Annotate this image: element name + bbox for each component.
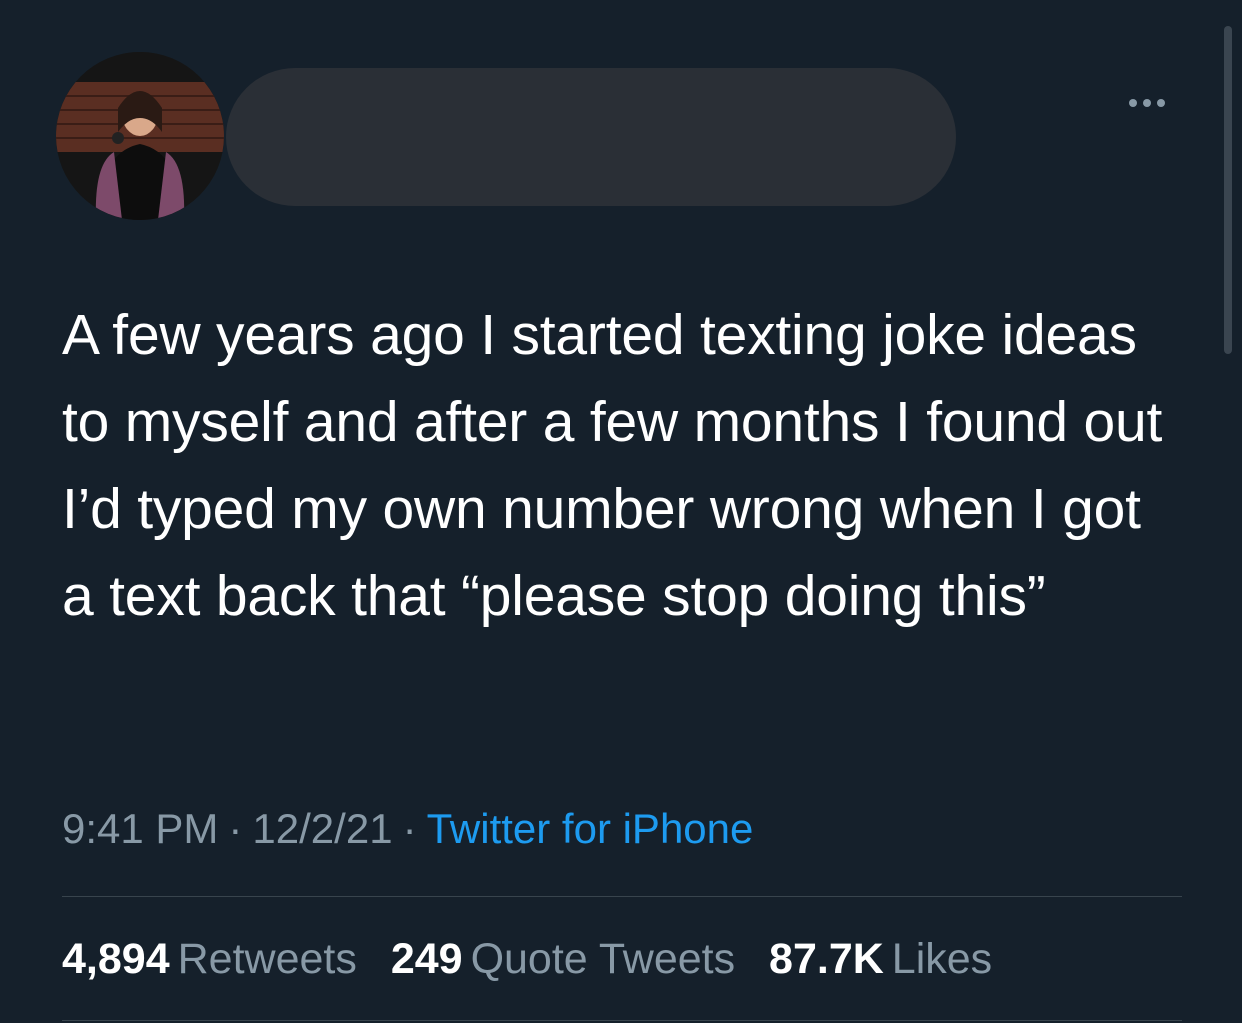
quote-tweets-label: Quote Tweets bbox=[470, 935, 736, 983]
more-dot bbox=[1129, 99, 1137, 107]
retweets-count: 4,894 bbox=[62, 935, 170, 983]
tweet-stats: 4,894 Retweets 249 Quote Tweets 87.7K Likes bbox=[62, 930, 1014, 988]
likes-label: Likes bbox=[891, 935, 993, 983]
tweet-date[interactable]: 12/2/21 bbox=[252, 805, 392, 852]
retweets-label: Retweets bbox=[177, 935, 357, 983]
divider bbox=[62, 1020, 1182, 1021]
meta-separator: · bbox=[402, 805, 417, 852]
more-horizontal-icon[interactable] bbox=[1114, 88, 1180, 118]
tweet-meta: 9:41 PM · 12/2/21 · Twitter for iPhone bbox=[62, 800, 753, 858]
avatar[interactable] bbox=[56, 52, 224, 220]
scrollbar[interactable] bbox=[1224, 26, 1232, 354]
avatar-photo bbox=[56, 52, 224, 220]
quote-tweets-count: 249 bbox=[390, 935, 463, 983]
likes-stat[interactable]: 87.7K Likes bbox=[769, 935, 992, 983]
retweets-stat[interactable]: 4,894 Retweets bbox=[62, 935, 357, 983]
quote-tweets-stat[interactable]: 249 Quote Tweets bbox=[391, 935, 735, 983]
tweet-source-link[interactable]: Twitter for iPhone bbox=[427, 805, 754, 852]
more-dot bbox=[1143, 99, 1151, 107]
more-dot bbox=[1157, 99, 1165, 107]
meta-separator: · bbox=[228, 805, 243, 852]
redacted-username bbox=[226, 68, 956, 206]
likes-count: 87.7K bbox=[769, 935, 884, 983]
divider bbox=[62, 896, 1182, 897]
tweet-time[interactable]: 9:41 PM bbox=[62, 805, 218, 852]
tweet-text: A few years ago I started texting joke i… bbox=[62, 303, 1178, 628]
